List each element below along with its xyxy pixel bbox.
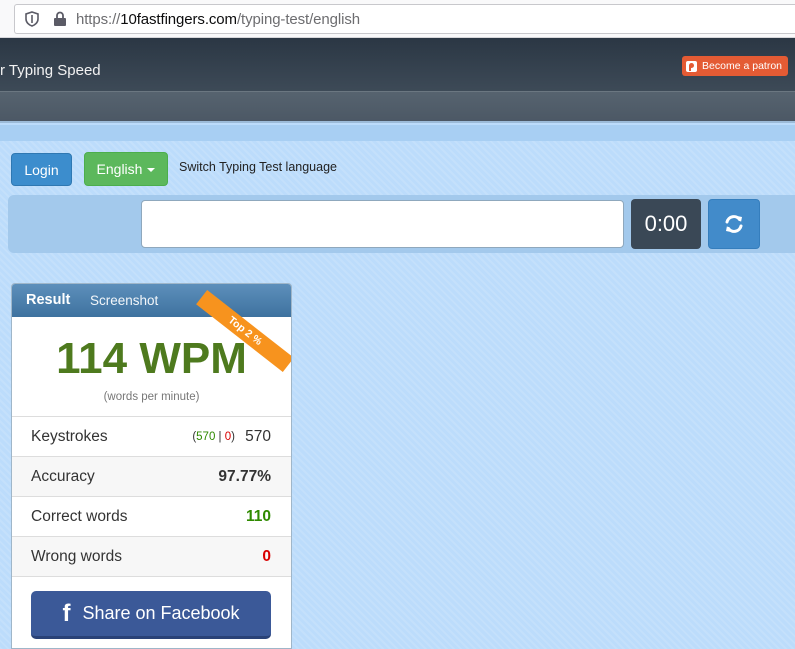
keystrokes-separator: | [218, 431, 222, 443]
share-facebook-label: Share on Facebook [82, 603, 240, 623]
restart-button[interactable] [708, 199, 760, 249]
url-path: /typing-test/english [236, 11, 361, 28]
keystrokes-value: 570 [245, 428, 271, 445]
language-dropdown[interactable]: English [84, 152, 168, 186]
keystrokes-correct: 570 [196, 431, 216, 443]
result-panel: Result Screenshot Top 2 % 114 WPM (words… [11, 283, 292, 649]
wpm-value: 114 WPM [56, 334, 247, 383]
keystrokes-row: Keystrokes (570 | 0) 570 [12, 416, 291, 456]
wpm-caption: (words per minute) [103, 391, 200, 403]
typing-input[interactable] [141, 200, 624, 248]
login-button[interactable]: Login [11, 153, 72, 186]
wrong-words-value: 0 [262, 548, 271, 565]
result-header: Result Screenshot [12, 284, 291, 317]
accuracy-value: 97.77% [218, 468, 271, 485]
browser-address-bar: https://10fastfingers.com/typing-test/en… [0, 0, 795, 38]
url-host: 10fastfingers.com [120, 11, 237, 28]
keystrokes-label: Keystrokes [31, 428, 108, 445]
keystrokes-breakdown: (570 | 0) [192, 431, 235, 443]
url-prefix: https:// [76, 11, 121, 28]
shield-icon[interactable] [25, 11, 39, 27]
sub-navigation-bar [0, 91, 795, 123]
site-header: r Typing Speed Become a patron [0, 38, 795, 91]
result-title: Result [26, 292, 71, 308]
lock-icon[interactable] [53, 11, 67, 27]
refresh-icon [725, 215, 743, 233]
patreon-icon [686, 60, 698, 72]
url-text[interactable]: https://10fastfingers.com/typing-test/en… [76, 11, 360, 28]
accuracy-label: Accuracy [31, 468, 95, 485]
wrong-words-row: Wrong words 0 [12, 536, 291, 576]
caret-down-icon [147, 167, 156, 172]
correct-words-value: 110 [245, 508, 271, 525]
share-facebook-button[interactable]: f Share on Facebook [31, 591, 271, 639]
wrong-words-label: Wrong words [31, 548, 123, 565]
accuracy-row: Accuracy 97.77% [12, 456, 291, 496]
correct-words-row: Correct words 110 [12, 496, 291, 536]
top-strip [0, 125, 795, 141]
screenshot-link[interactable]: Screenshot [90, 293, 158, 308]
facebook-icon: f [62, 599, 71, 627]
site-brand[interactable]: r Typing Speed [0, 62, 101, 79]
login-label: Login [24, 161, 59, 178]
become-patron-button[interactable]: Become a patron [682, 56, 788, 76]
keystrokes-wrong: 0 [224, 431, 232, 443]
patron-label: Become a patron [702, 60, 782, 72]
language-label: English [96, 161, 143, 177]
language-hint: Switch Typing Test language [179, 160, 337, 174]
correct-words-label: Correct words [31, 508, 128, 525]
timer: 0:00 [631, 199, 701, 249]
url-bar[interactable]: https://10fastfingers.com/typing-test/en… [14, 4, 795, 34]
